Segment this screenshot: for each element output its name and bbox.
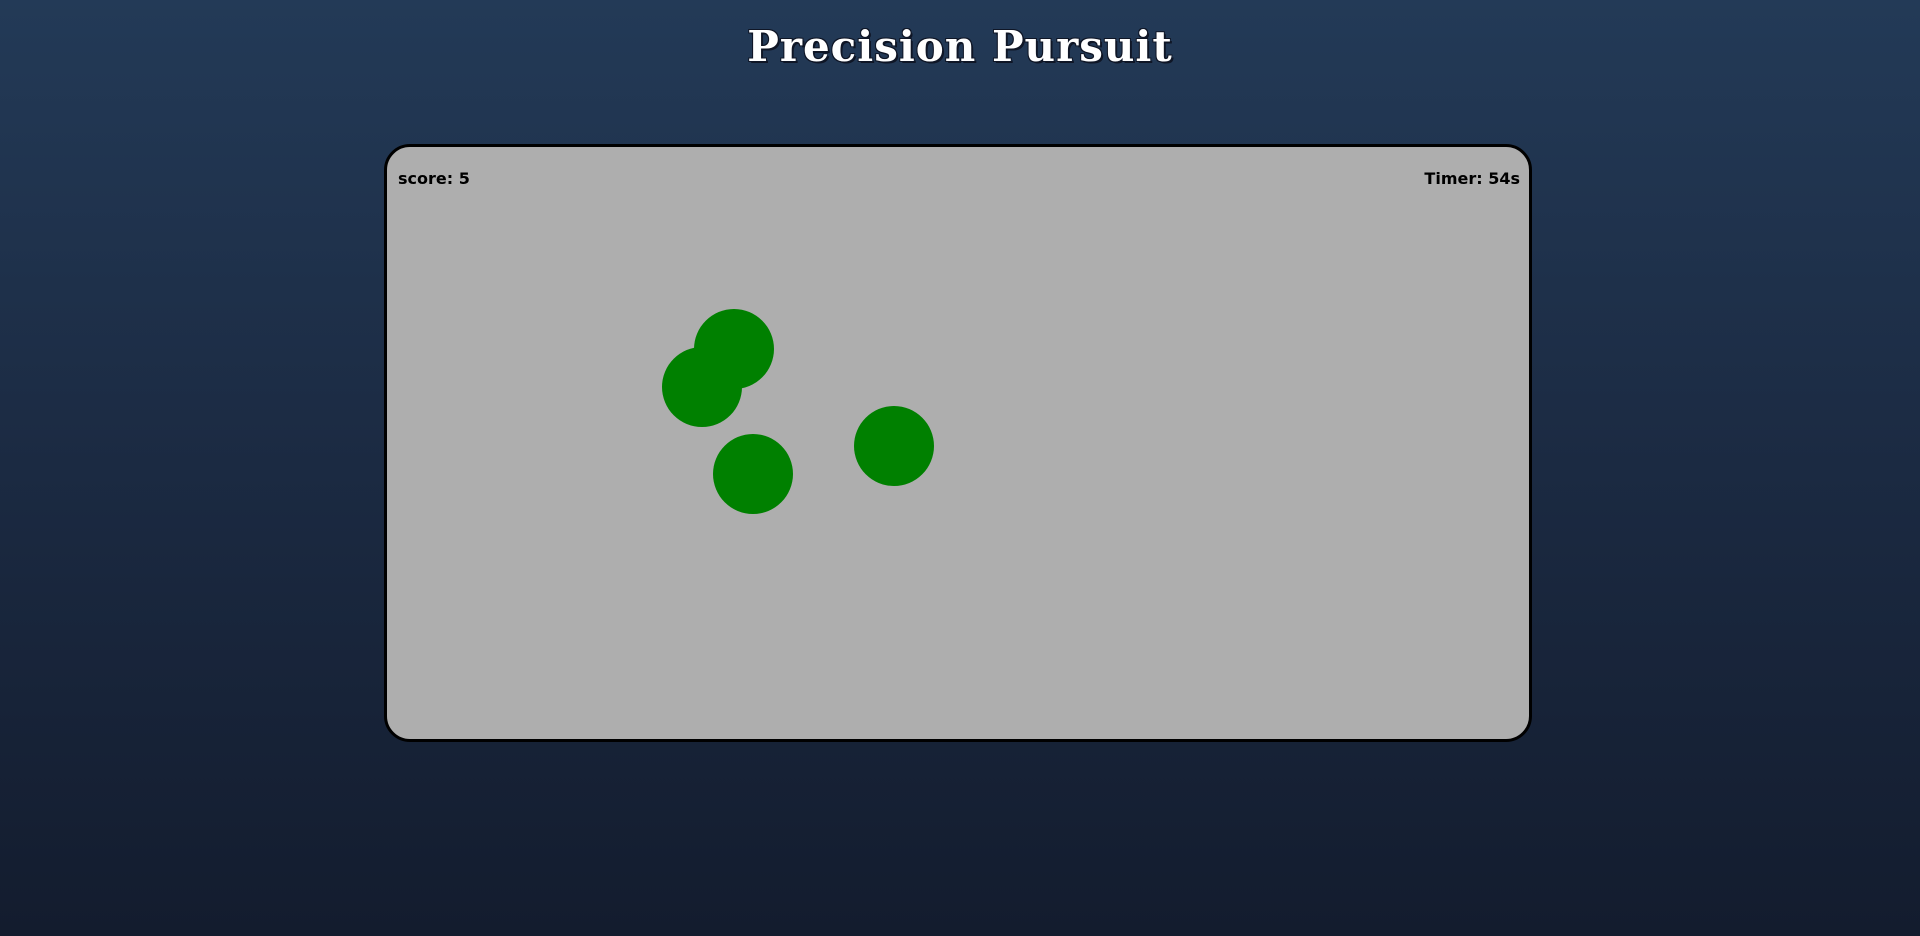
target-circle[interactable] bbox=[694, 309, 774, 389]
target-circle[interactable] bbox=[713, 434, 793, 514]
game-title: Precision Pursuit bbox=[747, 22, 1173, 71]
game-area[interactable]: score: 5 Timer: 54s bbox=[384, 144, 1532, 742]
score-display: score: 5 bbox=[398, 169, 470, 188]
target-circle[interactable] bbox=[854, 406, 934, 486]
timer-display: Timer: 54s bbox=[1424, 169, 1520, 188]
